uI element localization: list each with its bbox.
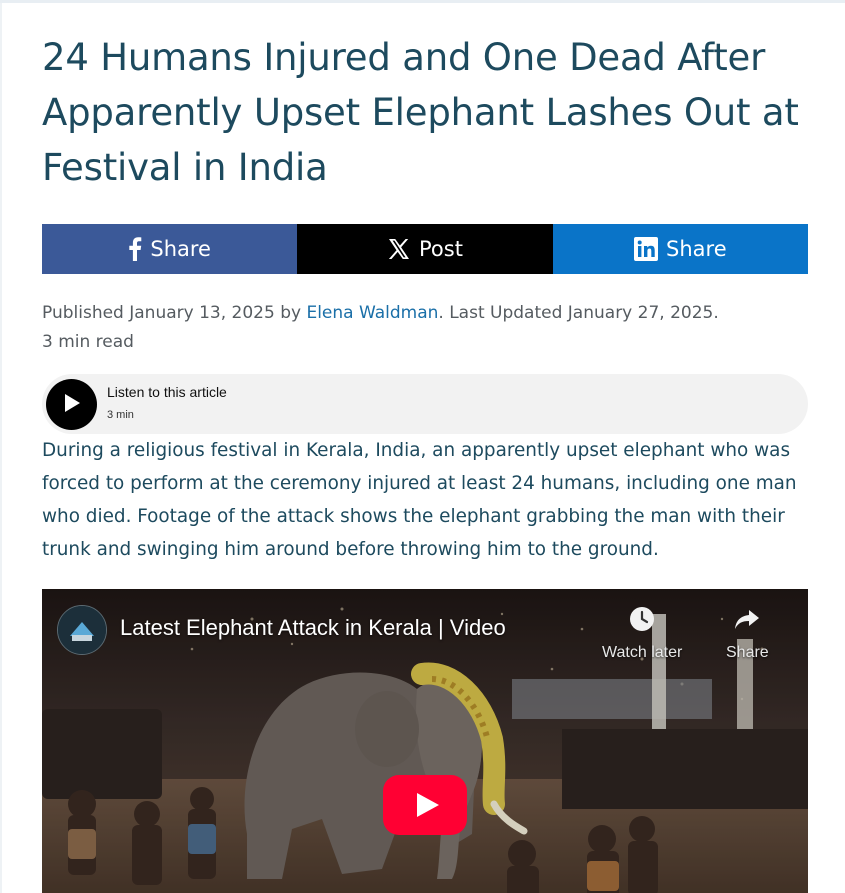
page-left-rule (0, 3, 2, 893)
linkedin-share-label: Share (666, 237, 727, 261)
linkedin-share-button[interactable]: Share (552, 224, 808, 274)
facebook-share-label: Share (150, 237, 211, 261)
video-share-label: Share (726, 644, 769, 661)
play-icon (63, 393, 81, 417)
article-meta: Published January 13, 2025 by Elena Wald… (42, 299, 812, 357)
clock-icon (628, 607, 656, 637)
x-logo-icon (387, 237, 411, 261)
audio-player: Listen to this article 3 min (42, 374, 808, 434)
article-body: During a religious festival in Kerala, I… (42, 440, 797, 560)
x-post-button[interactable]: Post (297, 224, 553, 274)
linkedin-icon (634, 237, 659, 261)
channel-avatar[interactable] (57, 605, 107, 655)
article-title: 24 Humans Injured and One Dead After App… (42, 36, 799, 189)
share-bar: Share Post Share (42, 224, 808, 274)
youtube-play-icon (383, 775, 467, 839)
youtube-play-button[interactable] (383, 775, 467, 835)
video-embed[interactable]: Latest Elephant Attack in Kerala | Video… (42, 589, 808, 893)
audio-title: Listen to this article (107, 384, 227, 400)
published-text: Published January 13, 2025 by (42, 303, 307, 323)
audio-play-button[interactable] (46, 379, 97, 430)
read-time: 3 min read (42, 332, 134, 352)
watch-later-label: Watch later (602, 644, 683, 661)
x-post-label: Post (419, 237, 463, 261)
share-arrow-icon (733, 610, 761, 637)
author-link[interactable]: Elena Waldman (306, 303, 438, 323)
facebook-icon (128, 237, 142, 261)
facebook-share-button[interactable]: Share (42, 224, 298, 274)
video-share-control[interactable]: Share (726, 605, 769, 662)
updated-text: . Last Updated January 27, 2025. (438, 303, 719, 323)
audio-duration: 3 min (107, 409, 134, 421)
video-title[interactable]: Latest Elephant Attack in Kerala | Video (120, 615, 506, 641)
watch-later-control[interactable]: Watch later (602, 605, 682, 662)
